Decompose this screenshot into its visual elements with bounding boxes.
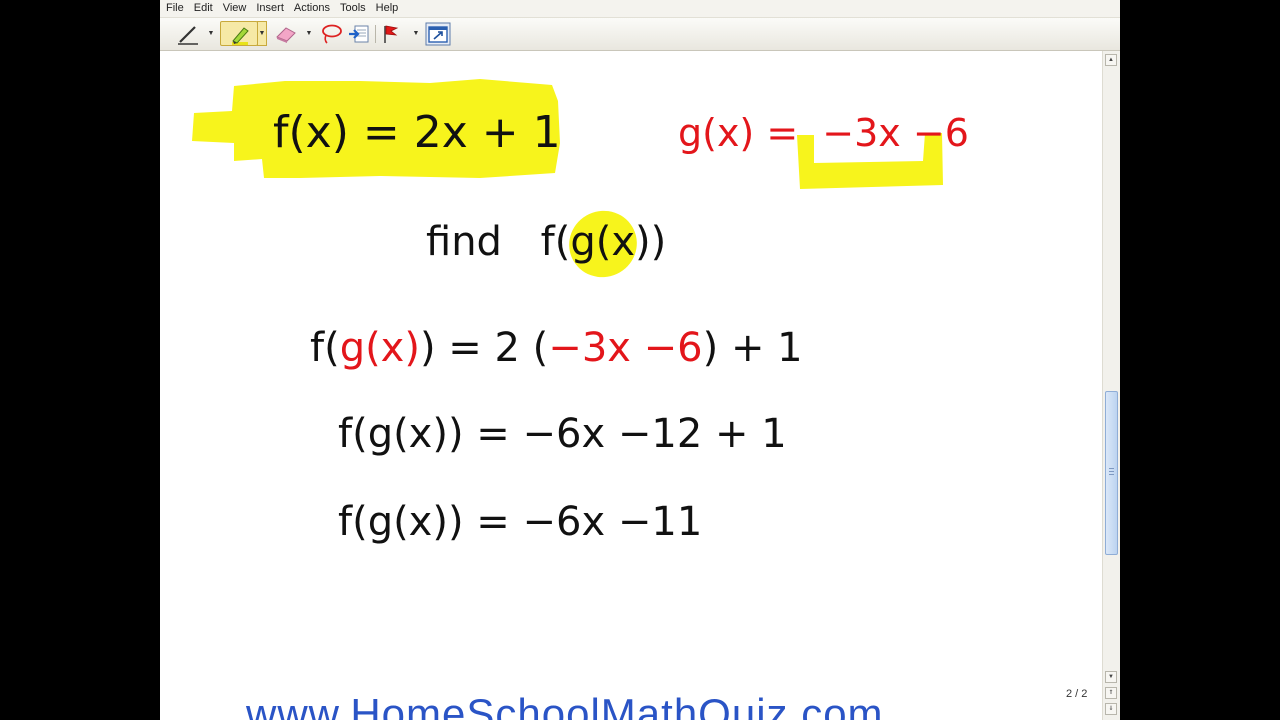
scroll-thumb[interactable] bbox=[1105, 391, 1118, 555]
eraser-icon bbox=[274, 24, 298, 44]
step-1-tail: ) + 1 bbox=[703, 325, 803, 371]
note-canvas[interactable]: f(x) = 2x + 1 g(x) = −3x −6 find f(g(x))… bbox=[160, 51, 1102, 720]
flag-dropdown-arrow[interactable]: ▼ bbox=[411, 21, 421, 46]
full-screen-tool-button[interactable] bbox=[424, 21, 452, 46]
flag-tool-button[interactable] bbox=[378, 21, 404, 46]
step-2: f(g(x)) = −6x −12 + 1 bbox=[338, 411, 787, 457]
menu-edit[interactable]: Edit bbox=[189, 0, 218, 17]
previous-page-button[interactable]: ⇑ bbox=[1105, 687, 1117, 699]
menu-insert[interactable]: Insert bbox=[251, 0, 289, 17]
step-3: f(g(x)) = −6x −11 bbox=[338, 499, 702, 545]
menu-tools[interactable]: Tools bbox=[335, 0, 371, 17]
scroll-up-button[interactable]: ▲ bbox=[1105, 54, 1117, 66]
website-watermark: www.HomeSchoolMathQuiz.com bbox=[246, 690, 884, 720]
page-counter: 2 / 2 bbox=[1066, 688, 1088, 700]
find-word: find bbox=[426, 219, 502, 265]
full-screen-icon bbox=[425, 22, 451, 46]
g-expression: −3x −6 bbox=[822, 111, 969, 155]
menu-view[interactable]: View bbox=[218, 0, 252, 17]
find-g: g(x) bbox=[570, 219, 650, 265]
pen-tool-button[interactable] bbox=[174, 21, 202, 46]
find-f: f( bbox=[541, 219, 571, 265]
step-1-sub: −3x −6 bbox=[548, 325, 702, 371]
highlighter-icon bbox=[226, 23, 252, 45]
menu-actions[interactable]: Actions bbox=[289, 0, 335, 17]
find-close: ) bbox=[651, 219, 667, 265]
next-page-button[interactable]: ⇓ bbox=[1105, 703, 1117, 715]
scroll-down-button[interactable]: ▼ bbox=[1105, 671, 1117, 683]
menu-bar: File Edit View Insert Actions Tools Help bbox=[160, 0, 1120, 18]
insert-space-icon bbox=[348, 23, 372, 45]
toolbar-separator bbox=[375, 25, 376, 43]
find-prompt: find f(g(x)) bbox=[426, 219, 666, 265]
step-1: f(g(x)) = 2 (−3x −6) + 1 bbox=[310, 325, 803, 371]
pen-dropdown-arrow[interactable]: ▼ bbox=[206, 21, 216, 46]
step-1-mid: ) = 2 ( bbox=[420, 325, 548, 371]
highlighter-tool-button[interactable] bbox=[220, 21, 258, 46]
ink-layer: f(x) = 2x + 1 g(x) = −3x −6 find f(g(x))… bbox=[192, 79, 969, 545]
vertical-scrollbar[interactable]: ▲ ▼ ⇑ ⇓ bbox=[1102, 51, 1120, 720]
toolbar: ▼ ▼ ▼ ▼ bbox=[160, 18, 1120, 51]
menu-help[interactable]: Help bbox=[371, 0, 404, 17]
journal-app-window: File Edit View Insert Actions Tools Help… bbox=[160, 0, 1120, 720]
flag-icon bbox=[380, 23, 402, 45]
step-1-g: g(x) bbox=[340, 325, 420, 371]
g-label: g(x) = bbox=[678, 111, 798, 155]
scroll-grip-icon bbox=[1109, 468, 1114, 476]
eraser-tool-button[interactable] bbox=[272, 21, 300, 46]
highlighter-dropdown-arrow[interactable]: ▼ bbox=[257, 21, 267, 46]
insert-space-tool-button[interactable] bbox=[346, 21, 374, 46]
eraser-dropdown-arrow[interactable]: ▼ bbox=[304, 21, 314, 46]
lasso-icon bbox=[319, 23, 343, 45]
menu-file[interactable]: File bbox=[160, 0, 189, 17]
g-definition: g(x) = −3x −6 bbox=[678, 111, 969, 155]
lasso-tool-button[interactable] bbox=[317, 21, 345, 46]
step-1-f: f( bbox=[310, 325, 340, 371]
f-definition: f(x) = 2x + 1 bbox=[273, 107, 561, 158]
pen-icon bbox=[176, 23, 200, 45]
